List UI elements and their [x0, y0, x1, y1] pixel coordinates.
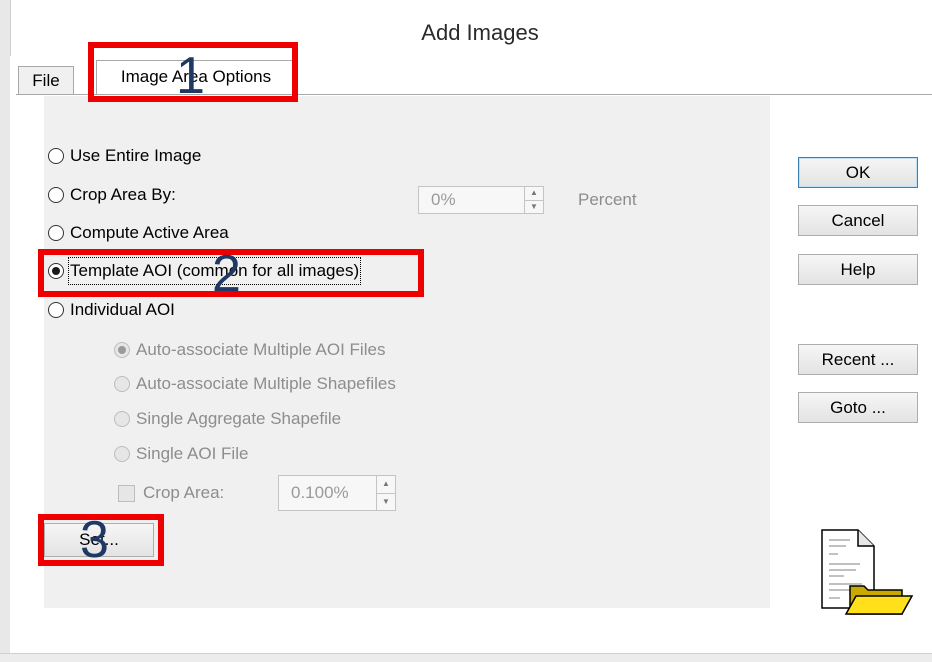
stepper-up-icon[interactable]: ▲	[525, 187, 543, 200]
cancel-button[interactable]: Cancel	[798, 205, 918, 236]
option-use-entire-image[interactable]: Use Entire Image	[48, 144, 201, 168]
ok-button[interactable]: OK	[798, 157, 918, 188]
stepper-arrows[interactable]: ▲ ▼	[376, 476, 395, 510]
annotation-number-3: 3	[80, 511, 109, 569]
crop-area-checkbox-row[interactable]: Crop Area:	[118, 481, 224, 505]
option-crop-area-by[interactable]: Crop Area By:	[48, 183, 176, 207]
option-label: Single AOI File	[136, 444, 249, 463]
radio-button[interactable]	[48, 148, 64, 164]
radio-button[interactable]	[114, 411, 130, 427]
radio-button-selected[interactable]	[114, 342, 130, 358]
option-label: Single Aggregate Shapefile	[136, 409, 342, 428]
recent-button[interactable]: Recent ...	[798, 344, 918, 375]
crop-percent-value: 0%	[431, 190, 456, 209]
crop-area-label: Crop Area:	[143, 483, 225, 502]
radio-button[interactable]	[48, 302, 64, 318]
radio-button[interactable]	[48, 187, 64, 203]
radio-button[interactable]	[48, 225, 64, 241]
radio-button[interactable]	[114, 446, 130, 462]
suboption-auto-multiple-shapefiles[interactable]: Auto-associate Multiple Shapefiles	[114, 372, 396, 396]
crop-area-checkbox[interactable]	[118, 484, 135, 502]
stepper-up-icon[interactable]: ▲	[377, 476, 395, 493]
annotation-number-1: 1	[176, 47, 205, 105]
radio-button[interactable]	[114, 376, 130, 392]
tab-file[interactable]: File	[18, 66, 74, 94]
option-label: Individual AOI	[70, 300, 175, 319]
option-label: Use Entire Image	[70, 146, 202, 165]
crop-unit-label: Percent	[578, 190, 637, 209]
suboption-single-aggregate-shapefile[interactable]: Single Aggregate Shapefile	[114, 407, 341, 431]
goto-button[interactable]: Goto ...	[798, 392, 918, 423]
crop-area-value: 0.100%	[291, 483, 349, 502]
option-label: Crop Area By:	[70, 185, 176, 204]
document-folder-icon	[816, 528, 914, 616]
suboption-auto-multiple-aoi[interactable]: Auto-associate Multiple AOI Files	[114, 338, 385, 362]
option-compute-active-area[interactable]: Compute Active Area	[48, 221, 229, 245]
crop-percent-stepper[interactable]: 0% ▲ ▼	[418, 186, 544, 214]
crop-area-stepper[interactable]: 0.100% ▲ ▼	[278, 475, 396, 511]
option-label: Auto-associate Multiple AOI Files	[136, 340, 386, 359]
stepper-down-icon[interactable]: ▼	[525, 199, 543, 214]
suboption-single-aoi-file[interactable]: Single AOI File	[114, 442, 248, 466]
help-button[interactable]: Help	[798, 254, 918, 285]
option-label: Auto-associate Multiple Shapefiles	[136, 374, 396, 393]
annotation-number-2: 2	[212, 245, 241, 303]
stepper-down-icon[interactable]: ▼	[377, 492, 395, 511]
option-label: Compute Active Area	[70, 223, 229, 242]
stepper-arrows[interactable]: ▲ ▼	[524, 187, 543, 213]
option-individual-aoi[interactable]: Individual AOI	[48, 298, 175, 322]
